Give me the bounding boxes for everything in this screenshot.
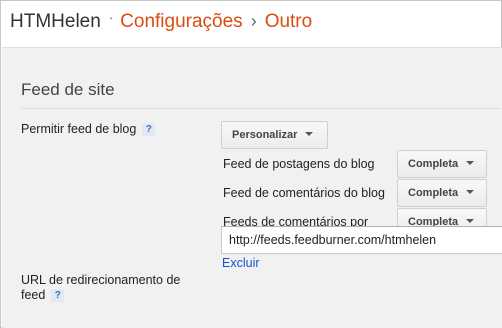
section-divider [21,108,501,109]
posts-feed-dropdown-value: Completa [408,158,459,170]
help-icon[interactable]: ? [142,123,156,136]
breadcrumb: HTMHelen · Configurações › Outro [10,9,312,35]
breadcrumb-arrow: › [250,11,257,31]
chevron-down-icon [305,132,314,136]
allow-feed-label: Permitir feed de blog? [21,122,156,137]
comments-feed-dropdown-value: Completa [408,187,459,199]
breadcrumb-blog-name[interactable]: HTMHelen [10,11,101,32]
settings-panel: Feed de site Permitir feed de blog? Pers… [2,47,502,328]
redirect-url-label-text: URL de redirecionamento de feed [21,273,181,302]
comments-feed-label: Feed de comentários do blog [223,186,385,200]
redirect-url-input[interactable] [221,226,502,254]
help-icon[interactable]: ? [51,289,65,302]
breadcrumb-section[interactable]: Configurações [120,11,243,32]
remove-redirect-link[interactable]: Excluir [222,256,260,270]
posts-feed-label: Feed de postagens do blog [223,157,375,171]
chevron-down-icon [466,190,475,194]
allow-feed-dropdown-value: Personalizar [232,129,298,141]
breadcrumb-current-page: Outro [264,11,313,32]
section-title: Feed de site [21,80,115,99]
chevron-down-icon [466,161,475,165]
page-header: HTMHelen · Configurações › Outro [1,1,501,47]
breadcrumb-separator-dot: · [108,10,114,25]
posts-feed-dropdown[interactable]: Completa [397,150,487,178]
chevron-down-icon [466,219,475,223]
allow-feed-label-text: Permitir feed de blog [21,122,137,136]
settings-window: HTMHelen · Configurações › Outro Feed de sit… [0,0,502,328]
redirect-url-label: URL de redirecionamento de feed? [21,273,201,303]
allow-feed-dropdown[interactable]: Personalizar [221,121,328,149]
comments-feed-dropdown[interactable]: Completa [397,179,487,207]
